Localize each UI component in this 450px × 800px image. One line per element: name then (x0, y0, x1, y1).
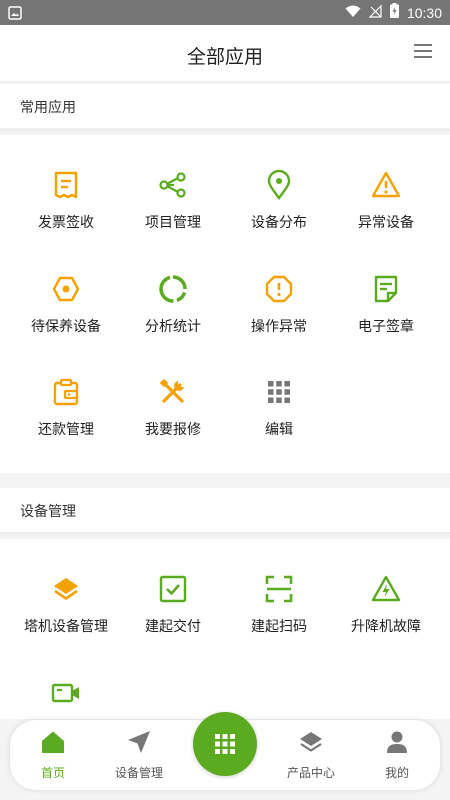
app-device-distribution[interactable]: 设备分布 (223, 170, 335, 274)
section-title: 常用应用 (20, 100, 76, 116)
app-label: 塔机设备管理 (24, 619, 108, 635)
app-operation-abnormal[interactable]: 操作异常 (223, 274, 335, 378)
nav-device-management[interactable]: 设备管理 (96, 728, 182, 784)
scan-icon (265, 575, 293, 603)
app-analysis-statistics[interactable]: 分析统计 (117, 274, 229, 378)
app-pending-maintenance[interactable]: 待保养设备 (10, 274, 122, 378)
nav-product-center[interactable]: 产品中心 (268, 728, 354, 784)
app-tower-crane-management[interactable]: 塔机设备管理 (10, 574, 122, 678)
center-apps-button[interactable] (193, 712, 257, 776)
battery-charging-icon (389, 3, 399, 22)
app-label: 分析统计 (145, 319, 201, 335)
app-label: 电子签章 (358, 319, 414, 335)
gallery-notification-icon (8, 5, 22, 24)
checkbox-icon (159, 575, 187, 603)
app-label: 升降机故障 (351, 619, 421, 635)
app-label: 编辑 (265, 422, 293, 438)
nav-label: 首页 (40, 766, 65, 780)
menu-button[interactable] (414, 42, 436, 64)
tools-icon (160, 379, 184, 403)
ring-chart-icon (159, 275, 187, 303)
app-label: 建起交付 (145, 619, 201, 635)
device-apps-grid: 塔机设备管理 建起交付 建起扫码 升降机故障 (0, 539, 450, 719)
nav-mine[interactable]: 我的 (354, 728, 440, 784)
divider (0, 128, 450, 135)
app-abnormal-devices[interactable]: 异常设备 (330, 170, 442, 274)
home-icon (42, 731, 64, 753)
app-build-scan[interactable]: 建起扫码 (223, 574, 335, 678)
no-signal-icon (368, 3, 382, 22)
alert-octagon-icon (265, 275, 293, 303)
app-label: 发票签收 (38, 215, 94, 231)
wallet-clipboard-icon (53, 378, 79, 406)
section-header-common: 常用应用 (0, 84, 450, 128)
warning-triangle-icon (371, 171, 401, 198)
app-header: 全部应用 (0, 25, 450, 82)
nav-label: 设备管理 (114, 766, 163, 780)
grid-dots-icon (268, 381, 290, 403)
app-project-management[interactable]: 项目管理 (117, 170, 229, 274)
nav-label: 产品中心 (286, 766, 335, 780)
divider (0, 473, 450, 480)
layers-icon (300, 732, 322, 752)
high-voltage-icon (371, 575, 401, 602)
app-edit[interactable]: 编辑 (223, 377, 335, 481)
hamburger-icon (414, 44, 432, 58)
app-label: 我要报修 (145, 422, 201, 438)
section-title: 设备管理 (20, 504, 76, 520)
common-apps-grid: 发票签收 项目管理 设备分布 异常设备 待保养设备 分析统计 操作异常 电子签章… (0, 135, 450, 473)
person-icon (387, 731, 407, 753)
app-repayment-management[interactable]: 还款管理 (10, 377, 122, 481)
video-camera-icon (51, 683, 79, 703)
section-header-device-management: 设备管理 (0, 488, 450, 532)
app-label: 待保养设备 (31, 319, 101, 335)
divider (0, 532, 450, 539)
app-label: 设备分布 (251, 215, 307, 231)
nav-home[interactable]: 首页 (10, 728, 96, 784)
app-label: 操作异常 (251, 319, 307, 335)
navigation-arrow-icon (128, 731, 150, 753)
app-label: 项目管理 (145, 215, 201, 231)
app-invoice-sign[interactable]: 发票签收 (10, 170, 122, 274)
app-label: 建起扫码 (251, 619, 307, 635)
status-bar: 10:30 (0, 0, 450, 25)
app-report-repair[interactable]: 我要报修 (117, 377, 229, 481)
app-build-delivery[interactable]: 建起交付 (117, 574, 229, 678)
app-label: 还款管理 (38, 422, 94, 438)
app-lift-fault[interactable]: 升降机故障 (330, 574, 442, 678)
layers-icon (54, 578, 78, 600)
app-electronic-seal[interactable]: 电子签章 (330, 274, 442, 378)
bottom-navigation: 首页 设备管理 产品中心 我的 (10, 712, 440, 790)
map-pin-icon (267, 170, 291, 200)
clock: 10:30 (406, 4, 442, 21)
receipt-icon (54, 171, 78, 199)
apps-grid-icon (215, 734, 235, 754)
document-seal-icon (374, 275, 398, 303)
hexagon-nut-icon (52, 276, 80, 302)
wifi-icon (345, 3, 361, 22)
page-title: 全部应用 (186, 46, 263, 68)
nav-label: 我的 (384, 766, 409, 780)
share-nodes-icon (159, 172, 186, 198)
app-label: 异常设备 (358, 215, 414, 231)
